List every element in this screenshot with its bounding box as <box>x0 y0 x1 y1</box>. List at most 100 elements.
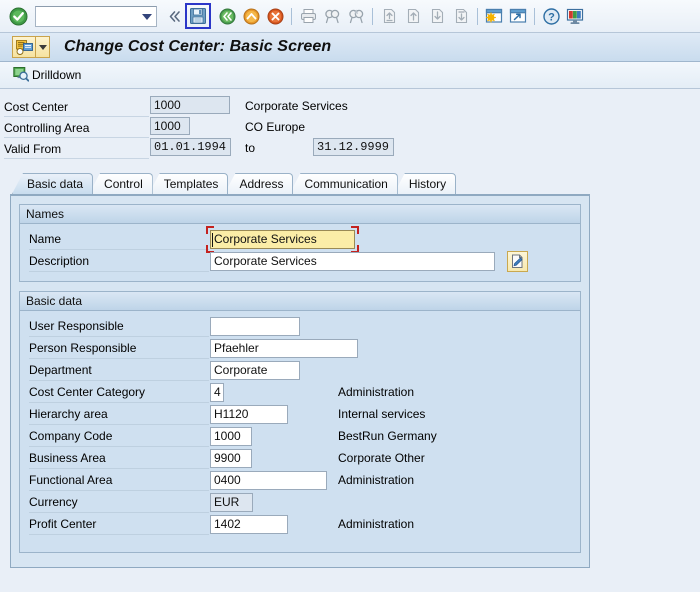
enter-check-icon[interactable] <box>6 4 30 28</box>
profit-center-input[interactable]: 1402 <box>210 515 288 534</box>
field-row-description: Description Corporate Services <box>20 251 580 273</box>
cost-center-label: Cost Center <box>4 97 149 117</box>
back-double-arrow-icon[interactable] <box>162 4 186 28</box>
tab-label: Templates <box>163 177 219 191</box>
tab-label: Basic data <box>27 177 84 191</box>
department-input[interactable]: Corporate <box>210 361 300 380</box>
drilldown-label: Drilldown <box>32 68 82 82</box>
find-next-icon[interactable] <box>344 4 368 28</box>
command-field[interactable] <box>35 5 157 27</box>
tab-strip: Basic data Control Templates Address Com… <box>12 172 700 194</box>
create-shortcut-icon[interactable] <box>506 4 530 28</box>
tab-templates[interactable]: Templates <box>148 173 229 194</box>
cost-center-category-text: Administration <box>338 385 415 399</box>
next-page-icon[interactable] <box>425 4 449 28</box>
business-area-text: Corporate Other <box>338 451 425 465</box>
back-green-icon[interactable] <box>215 4 239 28</box>
name-label: Name <box>29 229 209 250</box>
controlling-area-label: Controlling Area <box>4 118 149 138</box>
company-code-text: BestRun Germany <box>338 429 437 443</box>
tab-label: Communication <box>304 177 388 191</box>
find-icon[interactable] <box>320 4 344 28</box>
title-menu-dropdown[interactable] <box>36 36 50 58</box>
print-icon[interactable] <box>296 4 320 28</box>
field-row-user-responsible: User Responsible <box>20 316 580 338</box>
header-row-valid-from: Valid From 01.01.1994 to 31.12.9999 <box>0 138 700 159</box>
valid-from-label: Valid From <box>4 139 149 159</box>
tab-communication[interactable]: Communication <box>289 173 398 194</box>
person-responsible-input[interactable]: Pfaehler <box>210 339 358 358</box>
exit-orange-icon[interactable] <box>239 4 263 28</box>
field-row-functional-area: Functional Area 0400 Administration <box>20 470 580 492</box>
functional-area-input[interactable]: 0400 <box>210 471 327 490</box>
last-page-icon[interactable] <box>449 4 473 28</box>
tab-address[interactable]: Address <box>224 173 294 194</box>
cost-center-input[interactable]: 1000 <box>150 96 230 114</box>
hierarchy-area-text: Internal services <box>338 407 426 421</box>
field-row-person-responsible: Person Responsible Pfaehler <box>20 338 580 360</box>
cost-center-icon <box>12 36 36 58</box>
field-row-company-code: Company Code 1000 BestRun Germany <box>20 426 580 448</box>
field-row-name: Name Corporate Services <box>20 226 580 253</box>
company-code-label: Company Code <box>29 426 209 447</box>
drilldown-magnifier-icon <box>13 66 30 85</box>
field-row-cost-center-category: Cost Center Category 4 Administration <box>20 382 580 404</box>
hierarchy-area-input[interactable]: H1120 <box>210 405 288 424</box>
tab-control[interactable]: Control <box>89 173 153 194</box>
previous-page-icon[interactable] <box>401 4 425 28</box>
functional-area-label: Functional Area <box>29 470 209 491</box>
field-row-currency: Currency EUR <box>20 492 580 514</box>
group-basic-data-title: Basic data <box>20 292 580 311</box>
person-responsible-label: Person Responsible <box>29 338 209 359</box>
save-icon[interactable] <box>185 3 211 29</box>
cost-center-description: Corporate Services <box>245 99 348 113</box>
tab-label: Control <box>104 177 143 191</box>
valid-from-input[interactable]: 01.01.1994 <box>150 138 231 156</box>
currency-label: Currency <box>29 492 209 513</box>
profit-center-label: Profit Center <box>29 514 209 535</box>
business-area-label: Business Area <box>29 448 209 469</box>
create-session-icon[interactable] <box>482 4 506 28</box>
command-input[interactable] <box>36 7 135 25</box>
tab-content-panel: Names Name Corporate Services Descriptio… <box>10 194 590 568</box>
svg-text:?: ? <box>548 11 555 23</box>
field-row-department: Department Corporate <box>20 360 580 382</box>
tab-label: Address <box>239 177 284 191</box>
tab-basic-data[interactable]: Basic data <box>12 173 94 194</box>
user-responsible-label: User Responsible <box>29 316 209 337</box>
group-names-title: Names <box>20 205 580 224</box>
application-toolbar: Drilldown <box>0 62 700 89</box>
functional-area-text: Administration <box>338 473 415 487</box>
valid-to-label: to <box>245 141 256 155</box>
field-row-business-area: Business Area 9900 Corporate Other <box>20 448 580 470</box>
business-area-input[interactable]: 9900 <box>210 449 252 468</box>
controlling-area-input[interactable]: 1000 <box>150 117 190 135</box>
cost-center-category-input[interactable]: 4 <box>210 383 224 402</box>
header-fields: Cost Center 1000 Corporate Services Cont… <box>0 89 700 172</box>
first-page-icon[interactable] <box>377 4 401 28</box>
hierarchy-area-label: Hierarchy area <box>29 404 209 425</box>
controlling-area-description: CO Europe <box>245 120 306 134</box>
help-icon[interactable]: ? <box>539 4 563 28</box>
cost-center-category-label: Cost Center Category <box>29 382 209 403</box>
group-names: Names Name Corporate Services Descriptio… <box>19 204 581 282</box>
chevron-down-icon[interactable] <box>142 13 152 20</box>
valid-to-input[interactable]: 31.12.9999 <box>313 138 394 156</box>
description-label: Description <box>29 251 209 272</box>
department-label: Department <box>29 360 209 381</box>
tab-label: History <box>408 177 447 191</box>
name-input[interactable]: Corporate Services <box>210 230 355 249</box>
field-row-hierarchy-area: Hierarchy area H1120 Internal services <box>20 404 580 426</box>
screen-title-bar: Change Cost Center: Basic Screen <box>0 33 700 62</box>
tab-history[interactable]: History <box>393 173 457 194</box>
field-row-profit-center: Profit Center 1402 Administration <box>20 514 580 536</box>
description-input[interactable]: Corporate Services <box>210 252 495 271</box>
customize-layout-icon[interactable] <box>563 4 587 28</box>
cancel-red-icon[interactable] <box>263 4 287 28</box>
system-toolbar: ? <box>0 0 700 33</box>
header-row-controlling-area: Controlling Area 1000 CO Europe <box>0 117 700 138</box>
long-text-edit-icon[interactable] <box>507 251 528 272</box>
user-responsible-input[interactable] <box>210 317 300 336</box>
company-code-input[interactable]: 1000 <box>210 427 252 446</box>
drilldown-button[interactable]: Drilldown <box>10 65 84 86</box>
